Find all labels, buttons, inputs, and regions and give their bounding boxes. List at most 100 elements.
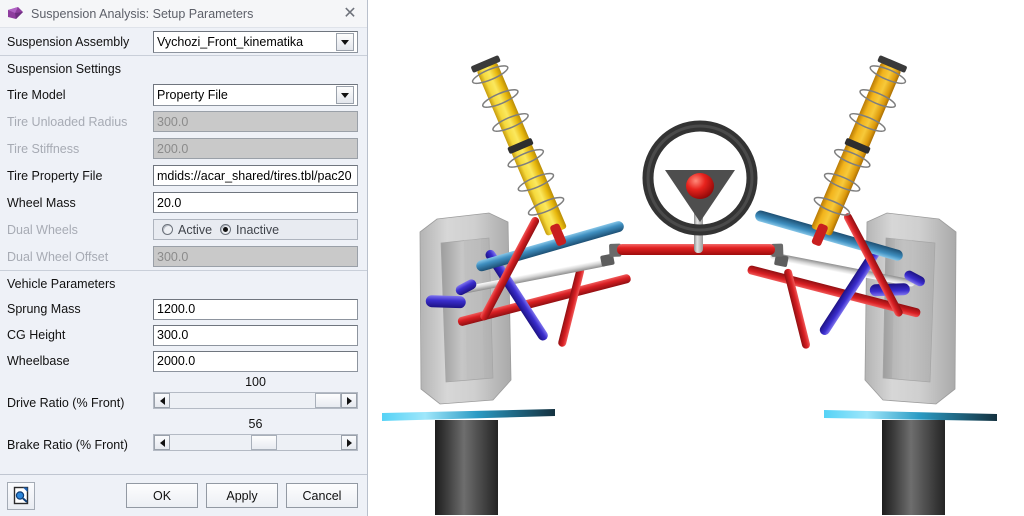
dual-wheel-offset-input: 300.0 bbox=[153, 246, 358, 267]
tire-property-file-input[interactable]: mdids://acar_shared/tires.tbl/pac20 bbox=[153, 165, 358, 186]
tire-unloaded-radius-input: 300.0 bbox=[153, 111, 358, 132]
label-dual-wheels: Dual Wheels bbox=[7, 222, 78, 237]
field-row-tire-stiffness: Tire Stiffness 200.0 bbox=[0, 135, 367, 162]
drive-ratio-track[interactable] bbox=[170, 393, 341, 408]
chevron-down-icon[interactable] bbox=[336, 33, 354, 51]
label-dual-wheel-offset: Dual Wheel Offset bbox=[7, 249, 109, 264]
radio-dot-inactive[interactable] bbox=[220, 224, 232, 235]
dialog-body: Suspension Assembly Vychozi_Front_kinema… bbox=[0, 28, 367, 474]
cancel-button[interactable]: Cancel bbox=[286, 483, 358, 508]
left-ground-plate bbox=[382, 409, 555, 421]
field-row-tire-unloaded-radius: Tire Unloaded Radius 300.0 bbox=[0, 108, 367, 135]
field-row-dual-wheels: Dual Wheels Active Inactive bbox=[0, 216, 367, 243]
app-root: Suspension Analysis: Setup Parameters ✕ … bbox=[0, 0, 1024, 516]
field-row-tire-property-file: Tire Property File mdids://acar_shared/t… bbox=[0, 162, 367, 189]
left-rim-band bbox=[464, 239, 484, 379]
tire-stiffness-input: 200.0 bbox=[153, 138, 358, 159]
steering-hub bbox=[686, 173, 714, 199]
control-tire-unloaded-radius: 300.0 bbox=[153, 111, 358, 132]
drive-ratio-value: 100 bbox=[245, 375, 266, 389]
drive-ratio-decrement-icon[interactable] bbox=[154, 393, 170, 408]
label-tire-unloaded-radius: Tire Unloaded Radius bbox=[7, 114, 128, 129]
label-sprung-mass: Sprung Mass bbox=[7, 302, 81, 316]
drive-ratio-increment-icon[interactable] bbox=[341, 393, 357, 408]
control-tire-property-file: mdids://acar_shared/tires.tbl/pac20 bbox=[153, 165, 358, 186]
label-tire-property-file: Tire Property File bbox=[7, 168, 103, 183]
label-tire-stiffness: Tire Stiffness bbox=[7, 141, 80, 156]
dual-wheels-radio-group: Active Inactive bbox=[153, 219, 358, 240]
field-row-wheelbase: Wheelbase 2000.0 bbox=[0, 348, 367, 374]
label-wheelbase: Wheelbase bbox=[7, 354, 70, 368]
brake-ratio-increment-icon[interactable] bbox=[341, 435, 357, 450]
field-row-suspension-assembly: Suspension Assembly Vychozi_Front_kinema… bbox=[0, 28, 367, 55]
drive-ratio-thumb[interactable] bbox=[315, 393, 341, 408]
radio-label-inactive: Inactive bbox=[236, 222, 280, 237]
suspension-3d-view[interactable] bbox=[369, 0, 1024, 516]
group-header-suspension-settings: Suspension Settings bbox=[0, 55, 367, 81]
radio-option-active[interactable]: Active bbox=[162, 223, 212, 237]
label-drive-ratio: Drive Ratio (% Front) bbox=[7, 396, 125, 410]
brake-ratio-slider[interactable] bbox=[153, 434, 358, 451]
adams-logo-icon bbox=[7, 6, 24, 21]
control-wheelbase: 2000.0 bbox=[153, 350, 358, 372]
label-tire-model: Tire Model bbox=[7, 87, 66, 102]
tire-model-dropdown[interactable]: Property File bbox=[153, 84, 358, 106]
page-inspect-icon[interactable] bbox=[7, 481, 35, 510]
right-ground-plate bbox=[824, 410, 997, 421]
close-icon[interactable]: ✕ bbox=[337, 2, 363, 26]
control-wheel-mass: 20.0 bbox=[153, 192, 358, 213]
control-drive-ratio: 100 bbox=[153, 374, 358, 412]
setup-parameters-dialog: Suspension Analysis: Setup Parameters ✕ … bbox=[0, 0, 368, 516]
wheelbase-input[interactable]: 2000.0 bbox=[153, 350, 358, 372]
control-tire-stiffness: 200.0 bbox=[153, 138, 358, 159]
apply-button[interactable]: Apply bbox=[206, 483, 278, 508]
drive-ratio-slider[interactable] bbox=[153, 392, 358, 409]
cg-height-input[interactable]: 300.0 bbox=[153, 324, 358, 346]
label-suspension-assembly: Suspension Assembly bbox=[7, 34, 130, 49]
dialog-titlebar: Suspension Analysis: Setup Parameters ✕ bbox=[0, 0, 367, 28]
left-wheel-assembly bbox=[382, 212, 555, 515]
left-pedestal bbox=[435, 420, 498, 515]
control-tire-model: Property File bbox=[153, 84, 358, 106]
radio-option-inactive[interactable]: Inactive bbox=[220, 223, 279, 237]
control-brake-ratio: 56 bbox=[153, 416, 358, 454]
field-row-drive-ratio: Drive Ratio (% Front) 100 bbox=[0, 374, 367, 416]
wheel-mass-input[interactable]: 20.0 bbox=[153, 192, 358, 213]
field-row-dual-wheel-offset: Dual Wheel Offset 300.0 bbox=[0, 243, 367, 270]
ok-button[interactable]: OK bbox=[126, 483, 198, 508]
steering-wheel bbox=[642, 120, 758, 253]
brake-ratio-track[interactable] bbox=[170, 435, 341, 450]
sprung-mass-input[interactable]: 1200.0 bbox=[153, 298, 358, 320]
dialog-title: Suspension Analysis: Setup Parameters bbox=[31, 6, 254, 21]
suspension-assembly-dropdown[interactable]: Vychozi_Front_kinematika bbox=[153, 31, 358, 53]
control-cg-height: 300.0 bbox=[153, 324, 358, 346]
brake-ratio-value: 56 bbox=[248, 417, 263, 431]
field-row-sprung-mass: Sprung Mass 1200.0 bbox=[0, 296, 367, 322]
suspension-settings-title: Suspension Settings bbox=[7, 61, 121, 76]
vehicle-parameters-title: Vehicle Parameters bbox=[7, 276, 116, 291]
label-wheel-mass: Wheel Mass bbox=[7, 195, 76, 210]
right-damper-body bbox=[811, 62, 901, 236]
suspension-model-svg bbox=[382, 55, 997, 515]
group-header-vehicle-parameters: Vehicle Parameters bbox=[0, 270, 367, 296]
right-wheel-assembly bbox=[824, 212, 997, 515]
tire-model-value: Property File bbox=[157, 88, 228, 102]
field-row-wheel-mass: Wheel Mass 20.0 bbox=[0, 189, 367, 216]
field-row-tire-model: Tire Model Property File bbox=[0, 81, 367, 108]
radio-dot-active[interactable] bbox=[162, 224, 173, 235]
control-dual-wheels: Active Inactive bbox=[153, 219, 358, 240]
right-pedestal bbox=[882, 420, 945, 515]
brake-ratio-thumb[interactable] bbox=[251, 435, 278, 450]
chevron-down-icon[interactable] bbox=[336, 86, 354, 104]
dialog-footer: OK Apply Cancel bbox=[0, 474, 367, 516]
field-row-cg-height: CG Height 300.0 bbox=[0, 322, 367, 348]
control-dual-wheel-offset: 300.0 bbox=[153, 246, 358, 267]
left-damper-body bbox=[477, 62, 567, 236]
label-brake-ratio: Brake Ratio (% Front) bbox=[7, 438, 128, 452]
control-suspension-assembly: Vychozi_Front_kinematika bbox=[153, 31, 358, 53]
radio-label-active: Active bbox=[178, 222, 213, 237]
control-sprung-mass: 1200.0 bbox=[153, 298, 358, 320]
suspension-assembly-value: Vychozi_Front_kinematika bbox=[157, 35, 304, 49]
brake-ratio-decrement-icon[interactable] bbox=[154, 435, 170, 450]
label-cg-height: CG Height bbox=[7, 328, 66, 342]
